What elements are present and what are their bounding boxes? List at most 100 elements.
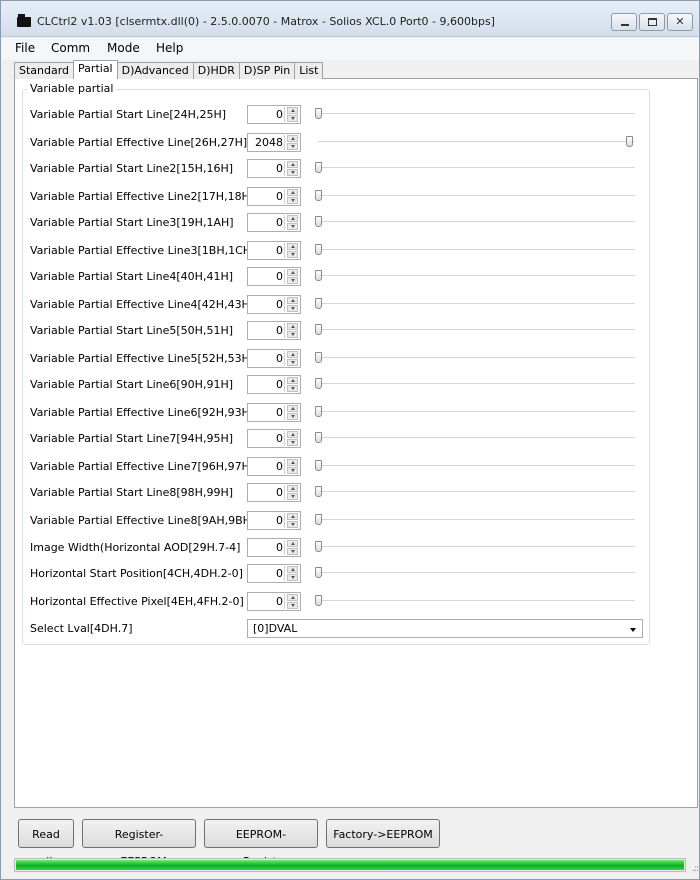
param-spinbox[interactable]: 0 [247,375,301,394]
param-slider[interactable] [315,511,635,529]
param-slider[interactable] [315,375,635,393]
spin-down-icon[interactable] [287,277,298,284]
param-slider[interactable] [315,213,635,231]
param-slider[interactable] [315,592,635,610]
spin-down-icon[interactable] [287,493,298,500]
spin-up-icon[interactable] [287,540,298,547]
spin-up-icon[interactable] [287,243,298,250]
param-slider[interactable] [315,267,635,285]
spin-down-icon[interactable] [287,331,298,338]
spin-up-icon[interactable] [287,161,298,168]
slider-thumb[interactable] [626,136,633,147]
spin-up-icon[interactable] [287,297,298,304]
spin-up-icon[interactable] [287,377,298,384]
param-slider[interactable] [315,564,635,582]
slider-thumb[interactable] [315,108,322,119]
spin-down-icon[interactable] [287,385,298,392]
spin-up-icon[interactable] [287,269,298,276]
param-spinbox[interactable]: 0 [247,564,301,583]
param-slider[interactable] [315,105,635,123]
param-spinbox[interactable]: 0 [247,403,301,422]
maximize-button[interactable] [639,13,665,31]
param-spinbox[interactable]: 0 [247,457,301,476]
spin-down-icon[interactable] [287,143,298,150]
spin-up-icon[interactable] [287,135,298,142]
param-slider[interactable] [315,349,635,367]
param-slider[interactable] [315,133,635,151]
param-slider[interactable] [315,457,635,475]
spin-up-icon[interactable] [287,485,298,492]
spin-down-icon[interactable] [287,115,298,122]
spin-down-icon[interactable] [287,223,298,230]
spin-down-icon[interactable] [287,413,298,420]
param-spinbox[interactable]: 0 [247,321,301,340]
slider-thumb[interactable] [315,595,322,606]
spin-down-icon[interactable] [287,359,298,366]
select-lval-dropdown[interactable]: [0]DVAL [247,619,643,638]
param-spinbox[interactable]: 0 [247,349,301,368]
eeprom-to-register-button[interactable]: EEPROM->Register [204,819,318,868]
close-button[interactable]: ✕ [667,13,693,31]
factory-to-eeprom-button[interactable]: Factory->EEPROM [326,819,440,848]
param-spinbox[interactable]: 0 [247,429,301,448]
spin-up-icon[interactable] [287,513,298,520]
slider-thumb[interactable] [315,190,322,201]
spin-down-icon[interactable] [287,602,298,609]
slider-thumb[interactable] [315,270,322,281]
tab-list[interactable]: List [294,62,324,79]
slider-thumb[interactable] [315,406,322,417]
param-slider[interactable] [315,483,635,501]
minimize-button[interactable] [611,13,637,31]
spin-up-icon[interactable] [287,215,298,222]
tab-standard[interactable]: Standard [14,62,75,79]
slider-thumb[interactable] [315,162,322,173]
spin-up-icon[interactable] [287,107,298,114]
spin-down-icon[interactable] [287,548,298,555]
spin-down-icon[interactable] [287,169,298,176]
slider-thumb[interactable] [315,514,322,525]
param-spinbox[interactable]: 0 [247,267,301,286]
slider-thumb[interactable] [315,324,322,335]
resize-grip-icon[interactable]: .:: [692,864,699,874]
spin-down-icon[interactable] [287,305,298,312]
spin-down-icon[interactable] [287,251,298,258]
spin-up-icon[interactable] [287,323,298,330]
param-slider[interactable] [315,295,635,313]
slider-thumb[interactable] [315,352,322,363]
spin-up-icon[interactable] [287,189,298,196]
param-slider[interactable] [315,187,635,205]
spin-down-icon[interactable] [287,467,298,474]
spin-up-icon[interactable] [287,459,298,466]
param-spinbox[interactable]: 0 [247,592,301,611]
param-slider[interactable] [315,321,635,339]
menu-mode[interactable]: Mode [107,41,140,55]
read-all-button[interactable]: Read all [18,819,74,868]
param-spinbox[interactable]: 0 [247,538,301,557]
slider-thumb[interactable] [315,432,322,443]
param-slider[interactable] [315,538,635,556]
slider-thumb[interactable] [315,244,322,255]
param-slider[interactable] [315,241,635,259]
param-spinbox[interactable]: 0 [247,105,301,124]
spin-up-icon[interactable] [287,566,298,573]
param-spinbox[interactable]: 0 [247,511,301,530]
param-slider[interactable] [315,159,635,177]
slider-thumb[interactable] [315,460,322,471]
spin-down-icon[interactable] [287,521,298,528]
register-to-eeprom-button[interactable]: Register->EEPROM [82,819,196,868]
param-spinbox[interactable]: 0 [247,159,301,178]
param-spinbox[interactable]: 0 [247,187,301,206]
slider-thumb[interactable] [315,216,322,227]
menu-file[interactable]: File [15,41,35,55]
spin-up-icon[interactable] [287,431,298,438]
tab-hdr[interactable]: D)HDR [192,62,240,79]
slider-thumb[interactable] [315,378,322,389]
tab-sp-pin[interactable]: D)SP Pin [238,62,296,79]
param-slider[interactable] [315,403,635,421]
param-spinbox[interactable]: 0 [247,295,301,314]
slider-thumb[interactable] [315,541,322,552]
slider-thumb[interactable] [315,298,322,309]
param-spinbox[interactable]: 0 [247,241,301,260]
spin-up-icon[interactable] [287,594,298,601]
param-spinbox[interactable]: 0 [247,483,301,502]
